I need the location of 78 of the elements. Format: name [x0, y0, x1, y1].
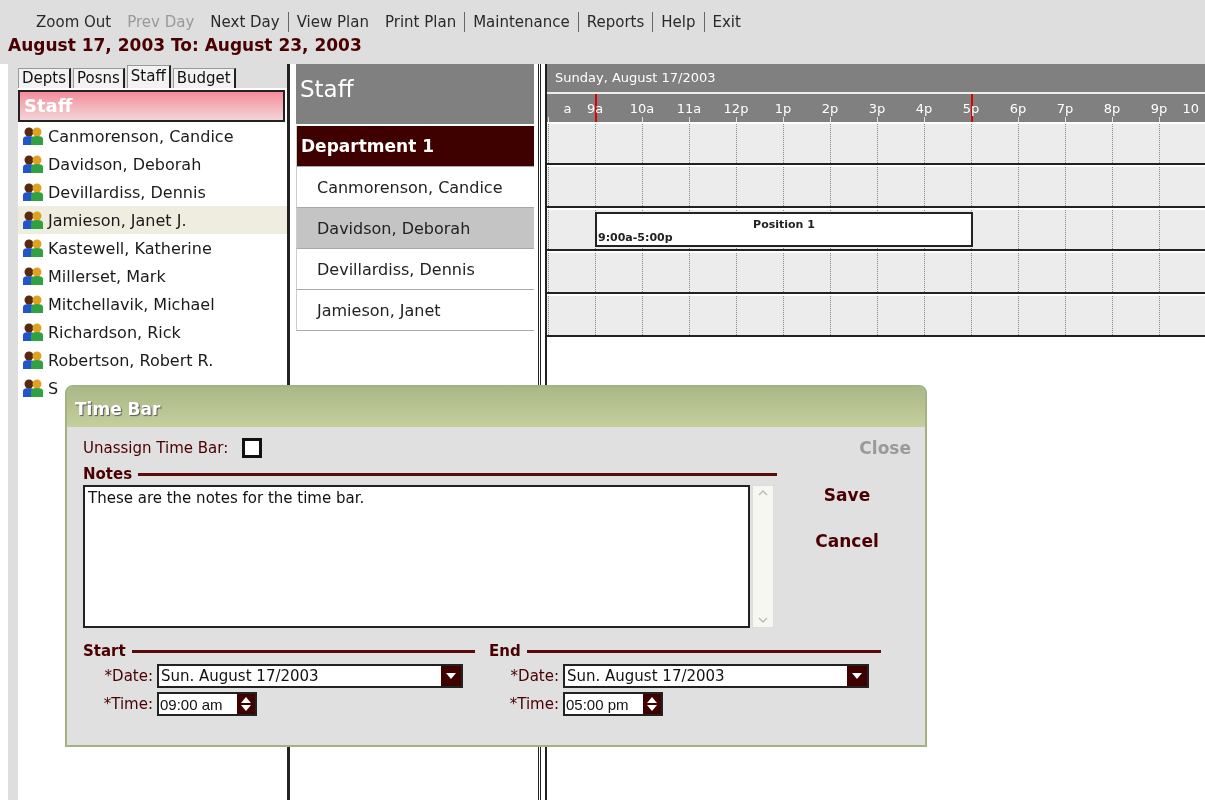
- dropdown-icon: [852, 673, 862, 679]
- date-label: *Date:: [103, 667, 153, 685]
- hour-label: 8p: [1103, 100, 1121, 116]
- day-header: Sunday, August 17/2003: [547, 64, 1205, 94]
- staff-item[interactable]: Canmorenson, Candice: [18, 122, 287, 150]
- menu-item[interactable]: Maintenance: [465, 13, 578, 31]
- tab[interactable]: Staff: [126, 65, 171, 88]
- people-icon: [22, 155, 44, 173]
- people-icon: [22, 183, 44, 201]
- notes-label: Notes: [83, 465, 133, 483]
- column-header: Staff: [296, 64, 534, 124]
- hour-label: 12p: [723, 100, 749, 116]
- time-bar-title: Position 1: [752, 218, 816, 231]
- menu-item[interactable]: Next Day: [202, 13, 288, 31]
- notes-field[interactable]: These are the notes for the time bar.: [83, 485, 750, 628]
- time-label: *Time:: [508, 695, 559, 713]
- hour-label: 9p: [1150, 100, 1168, 116]
- time-label: *Time:: [102, 695, 153, 713]
- unassign-checkbox[interactable]: [242, 438, 263, 458]
- time-field[interactable]: 09:00 am: [157, 692, 257, 716]
- hour-label: 1p: [774, 100, 792, 116]
- staff-item[interactable]: Robertson, Robert R.: [18, 346, 287, 374]
- hour-label: 2p: [821, 100, 839, 116]
- menu-item[interactable]: Print Plan: [376, 13, 465, 31]
- date-range-title: August 17, 2003 To: August 23, 2003: [8, 35, 362, 55]
- hour-label: 10: [1182, 100, 1200, 116]
- tab[interactable]: Budget: [172, 68, 236, 88]
- staff-item[interactable]: Jamieson, Janet J.: [18, 206, 287, 234]
- spinner-icon: [646, 696, 657, 712]
- hour-label: 11a: [676, 100, 702, 116]
- scrollbar[interactable]: [752, 485, 774, 628]
- staff-item[interactable]: Davidson, Deborah: [18, 150, 287, 178]
- people-icon: [22, 211, 44, 229]
- time-bar[interactable]: Position 1 9:00a-5:00p: [595, 212, 973, 247]
- hour-label: 6p: [1009, 100, 1027, 116]
- dropdown-icon: [446, 673, 456, 679]
- date-select[interactable]: Sun. August 17/2003: [157, 664, 463, 688]
- staff-item[interactable]: Kastewell, Katherine: [18, 234, 287, 262]
- staff-item[interactable]: Devillardiss, Dennis: [18, 178, 287, 206]
- dialog-title: Time Bar: [67, 387, 925, 427]
- staff-row[interactable]: Jamieson, Janet: [296, 290, 534, 331]
- department-row[interactable]: Department 1: [296, 126, 534, 167]
- menu-item[interactable]: View Plan: [288, 13, 377, 31]
- staff-row[interactable]: Canmorenson, Candice: [296, 167, 534, 208]
- staff-item[interactable]: Richardson, Rick: [18, 318, 287, 346]
- people-icon: [22, 295, 44, 313]
- date-select[interactable]: Sun. August 17/2003: [563, 664, 869, 688]
- save-button[interactable]: Save: [823, 485, 871, 505]
- group-label: End: [489, 642, 521, 660]
- tab[interactable]: Depts: [18, 68, 71, 88]
- hour-label: a: [563, 100, 572, 116]
- unassign-label: Unassign Time Bar:: [83, 439, 229, 457]
- menu-item[interactable]: Reports: [578, 13, 653, 31]
- menu-item[interactable]: Exit: [704, 13, 749, 31]
- staff-item[interactable]: Mitchellavik, Michael: [18, 290, 287, 318]
- people-icon: [22, 351, 44, 369]
- hour-label: 4p: [915, 100, 933, 116]
- list-header: Staff: [18, 90, 285, 122]
- menu-item[interactable]: Zoom Out: [28, 13, 120, 31]
- spinner-icon: [240, 696, 251, 712]
- people-icon: [22, 239, 44, 257]
- staff-row[interactable]: Davidson, Deborah: [296, 208, 534, 249]
- people-icon: [22, 323, 44, 341]
- time-bar-time: 9:00a-5:00p: [597, 231, 674, 244]
- hour-label: 10a: [629, 100, 655, 116]
- time-field[interactable]: 05:00 pm: [563, 692, 663, 716]
- cancel-button[interactable]: Cancel: [815, 531, 879, 551]
- tab[interactable]: Posns: [73, 68, 125, 88]
- staff-item[interactable]: Millerset, Mark: [18, 262, 287, 290]
- hour-label: 7p: [1056, 100, 1074, 116]
- people-icon: [22, 379, 44, 397]
- menu-item[interactable]: Help: [653, 13, 704, 31]
- people-icon: [22, 127, 44, 145]
- hour-label: 3p: [868, 100, 886, 116]
- group-label: Start: [83, 642, 126, 660]
- date-label: *Date:: [509, 667, 559, 685]
- staff-row[interactable]: Devillardiss, Dennis: [296, 249, 534, 290]
- people-icon: [22, 267, 44, 285]
